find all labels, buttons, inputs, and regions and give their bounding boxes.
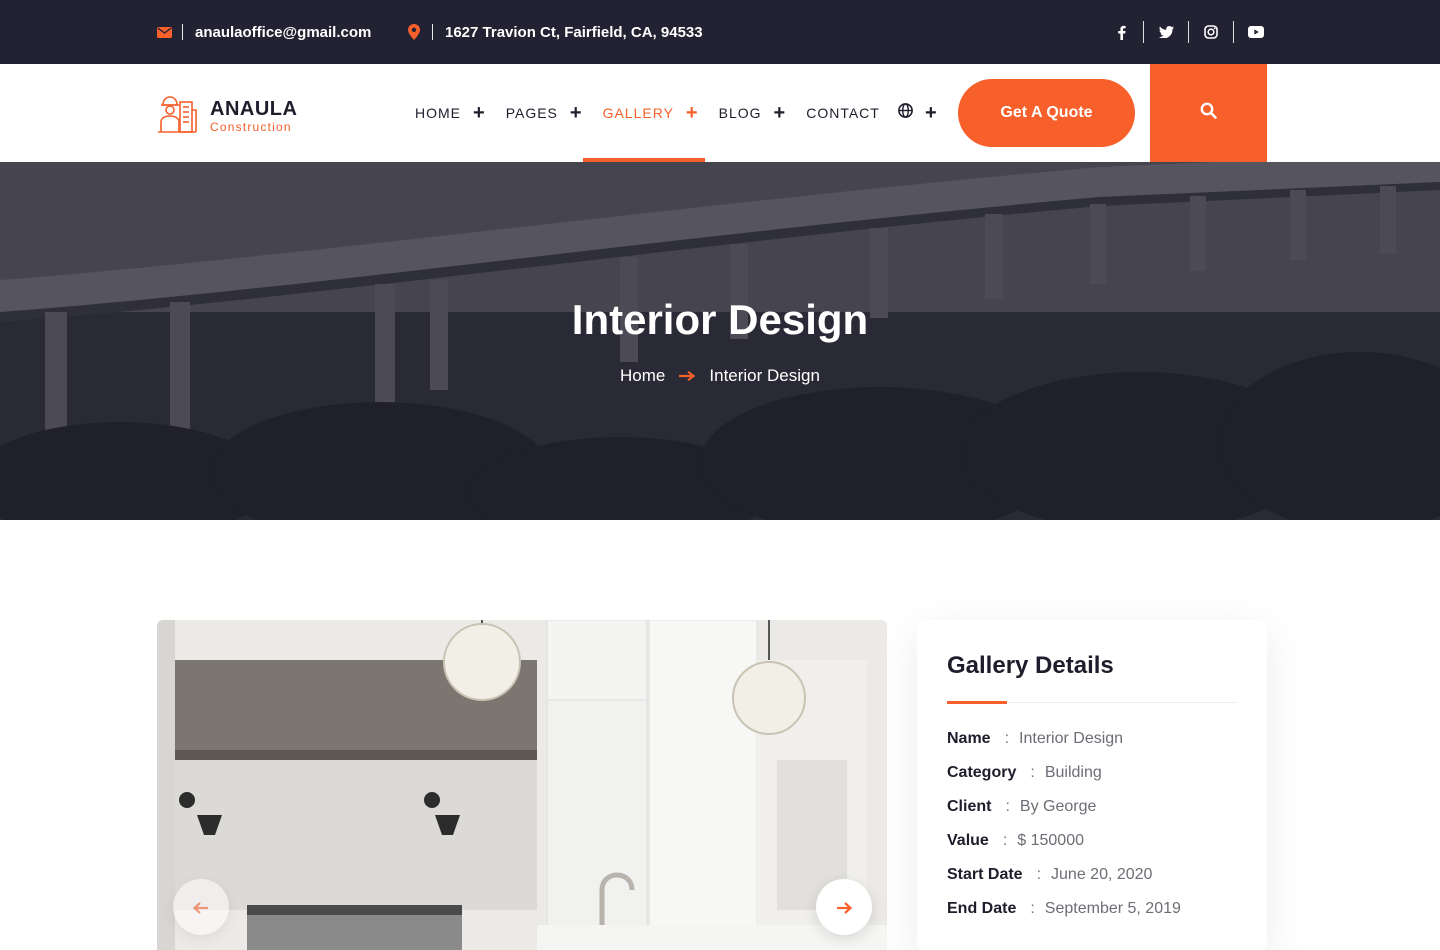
contact-address: 1627 Travion Ct, Fairfield, CA, 94533 <box>406 0 703 64</box>
detail-row-start-date: Start Date : June 20, 2020 <box>947 866 1152 884</box>
detail-value: Building <box>1044 764 1102 781</box>
gallery-slider <box>157 620 887 950</box>
main-nav: HOME + PAGES + GALLERY + BLOG + CONTACT <box>415 64 900 162</box>
address-text: 1627 Travion Ct, Fairfield, CA, 94533 <box>445 23 703 41</box>
slider-next-button[interactable] <box>816 879 872 935</box>
nav-label: CONTACT <box>806 105 880 121</box>
arrow-right-icon <box>679 366 696 386</box>
nav-label: PAGES <box>505 105 558 121</box>
breadcrumb-current: Interior Design <box>709 366 820 385</box>
page-title: Interior Design <box>571 296 869 343</box>
nav-item-blog[interactable]: BLOG + <box>719 64 787 162</box>
detail-key: Name <box>947 730 991 747</box>
nav-item-gallery[interactable]: GALLERY + <box>582 64 705 162</box>
brand-logo[interactable]: ANAULA Construction <box>156 92 297 139</box>
search-icon <box>1200 102 1217 124</box>
divider <box>182 24 183 40</box>
detail-separator: : <box>1036 866 1042 883</box>
divider <box>1143 21 1144 43</box>
language-switcher[interactable]: + <box>898 64 937 162</box>
page-hero: Interior Design Home Interior Design <box>0 162 1440 520</box>
plus-icon: + <box>925 101 937 124</box>
map-pin-icon <box>406 24 422 40</box>
contact-email[interactable]: anaulaoffice@gmail.com <box>156 0 371 64</box>
detail-key: Start Date <box>947 866 1023 883</box>
detail-key: Value <box>947 832 989 849</box>
nav-label: HOME <box>415 105 461 121</box>
brand-text: ANAULA Construction <box>210 98 297 134</box>
detail-value: September 5, 2019 <box>1044 900 1181 917</box>
top-bar: anaulaoffice@gmail.com 1627 Travion Ct, … <box>0 0 1440 64</box>
facebook-icon[interactable] <box>1110 21 1132 43</box>
detail-separator: : <box>1005 798 1010 815</box>
detail-key: Client <box>947 798 992 815</box>
nav-item-pages[interactable]: PAGES + <box>506 64 583 162</box>
plus-icon: + <box>569 102 583 124</box>
heading-accent <box>947 701 1007 704</box>
search-button[interactable] <box>1150 64 1267 162</box>
brand-tagline: Construction <box>210 119 292 134</box>
plus-icon: + <box>473 102 486 124</box>
envelope-icon <box>156 24 172 40</box>
breadcrumb: Home Interior Design <box>0 366 1440 386</box>
detail-separator: : <box>1002 832 1008 849</box>
detail-value: $ 150000 <box>1017 832 1084 849</box>
detail-value: Interior Design <box>1019 730 1124 747</box>
youtube-icon[interactable] <box>1245 21 1267 43</box>
detail-key: Category <box>947 764 1017 781</box>
detail-row-name: Name : Interior Design <box>947 730 1123 748</box>
details-heading: Gallery Details <box>947 652 1114 679</box>
plus-icon: + <box>685 102 699 124</box>
builder-logo-icon <box>156 92 198 139</box>
brand-name: ANAULA <box>210 97 298 120</box>
arrow-right-icon <box>836 894 853 920</box>
plus-icon: + <box>773 102 787 124</box>
detail-value: June 20, 2020 <box>1051 866 1153 883</box>
divider <box>432 24 433 40</box>
detail-key: End Date <box>947 900 1017 917</box>
email-text[interactable]: anaulaoffice@gmail.com <box>195 24 371 41</box>
detail-row-client: Client : By George <box>947 798 1096 816</box>
nav-item-home[interactable]: HOME + <box>415 64 486 162</box>
detail-value: By George <box>1019 798 1097 815</box>
detail-separator: : <box>1030 900 1035 917</box>
slider-prev-button[interactable] <box>173 879 229 935</box>
site-header: ANAULA Construction HOME + PAGES + GALLE… <box>0 64 1440 162</box>
get-quote-button[interactable]: Get A Quote <box>958 79 1135 147</box>
detail-row-category: Category : Building <box>947 764 1102 782</box>
instagram-icon[interactable] <box>1200 21 1222 43</box>
gallery-details-card: Gallery Details Name : Interior Design C… <box>917 620 1267 950</box>
divider <box>1233 21 1234 43</box>
breadcrumb-home-link[interactable]: Home <box>620 366 665 386</box>
detail-row-value: Value : $ 150000 <box>947 832 1084 850</box>
detail-separator: : <box>1004 730 1010 747</box>
globe-icon <box>898 103 913 123</box>
detail-row-end-date: End Date : September 5, 2019 <box>947 900 1181 918</box>
nav-label: BLOG <box>718 105 762 121</box>
nav-label: GALLERY <box>602 105 674 121</box>
nav-item-contact[interactable]: CONTACT <box>806 64 880 162</box>
social-links <box>1110 0 1267 64</box>
divider <box>1188 21 1189 43</box>
arrow-left-icon <box>192 894 209 920</box>
detail-separator: : <box>1030 764 1035 781</box>
kitchen-photo <box>157 620 887 950</box>
twitter-icon[interactable] <box>1155 21 1177 43</box>
